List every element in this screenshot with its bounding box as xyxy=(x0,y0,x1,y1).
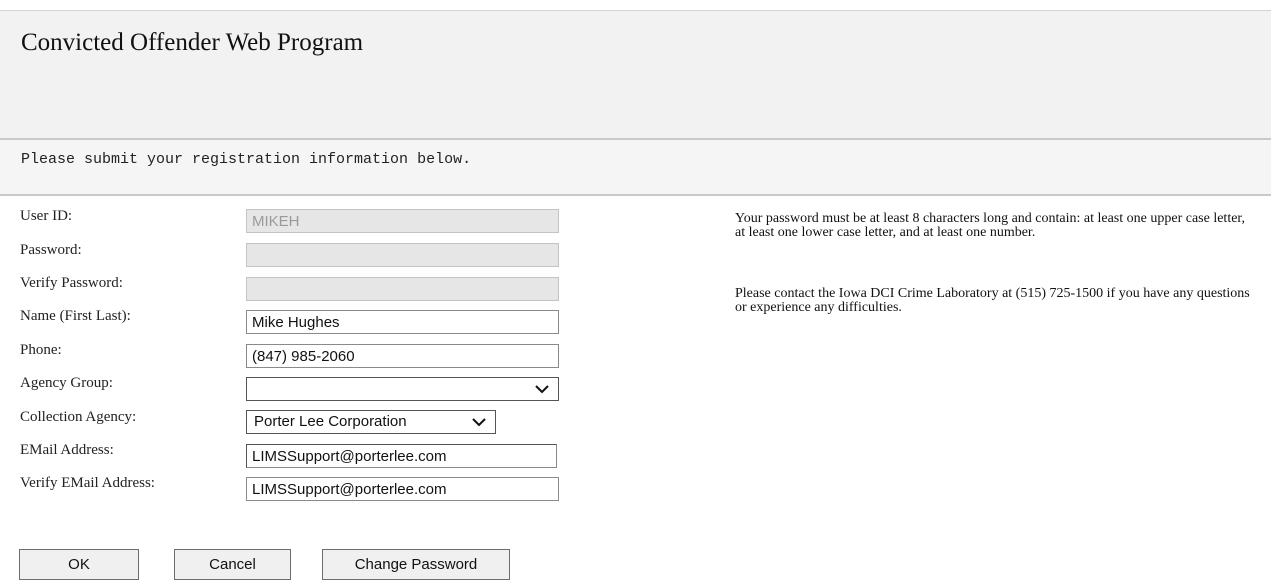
collection-agency-select[interactable]: Porter Lee Corporation xyxy=(246,410,496,434)
chevron-down-icon xyxy=(472,418,486,427)
agency-group-label: Agency Group: xyxy=(20,375,113,391)
password-field xyxy=(246,243,559,267)
page-header: Convicted Offender Web Program xyxy=(0,11,1271,138)
password-label: Password: xyxy=(20,242,82,258)
instructions-bar: Please submit your registration informat… xyxy=(0,138,1271,196)
contact-text: Please contact the Iowa DCI Crime Labora… xyxy=(735,286,1250,315)
ok-button[interactable]: OK xyxy=(19,549,139,580)
user-id-field xyxy=(246,209,559,233)
phone-label: Phone: xyxy=(20,342,62,358)
change-password-button[interactable]: Change Password xyxy=(322,549,510,580)
phone-field[interactable] xyxy=(246,344,559,368)
user-id-label: User ID: xyxy=(20,208,73,224)
chevron-down-icon xyxy=(535,385,549,394)
cancel-button[interactable]: Cancel xyxy=(174,549,291,580)
verify-email-label: Verify EMail Address: xyxy=(20,475,155,491)
collection-agency-label: Collection Agency: xyxy=(20,409,137,425)
name-label: Name (First Last): xyxy=(20,308,131,324)
name-field[interactable] xyxy=(246,310,559,334)
verify-password-label: Verify Password: xyxy=(20,275,123,291)
password-rules-text: Your password must be at least 8 charact… xyxy=(735,211,1246,240)
instructions-text: Please submit your registration informat… xyxy=(21,151,472,168)
collection-agency-value: Porter Lee Corporation xyxy=(254,413,407,430)
agency-group-select[interactable] xyxy=(246,377,559,401)
verify-email-field[interactable] xyxy=(246,477,559,501)
page-title: Convicted Offender Web Program xyxy=(21,29,364,56)
email-label: EMail Address: xyxy=(20,442,114,458)
verify-password-field xyxy=(246,277,559,301)
email-field[interactable] xyxy=(246,444,557,468)
